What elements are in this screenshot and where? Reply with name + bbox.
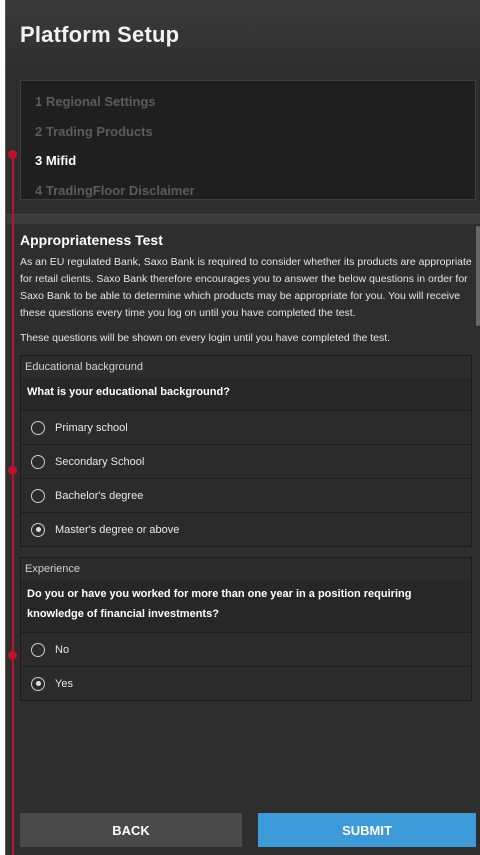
annotation-line — [12, 153, 14, 855]
annotation-marker — [8, 466, 17, 475]
question-category: Experience — [21, 558, 471, 580]
submit-button[interactable]: SUBMIT — [258, 813, 476, 847]
radio-icon[interactable] — [31, 642, 45, 657]
divider — [6, 214, 480, 224]
option-label: Master's degree or above — [55, 523, 180, 536]
radio-selected-icon[interactable] — [31, 522, 45, 537]
page-title: Platform Setup — [20, 22, 180, 47]
step-mifid[interactable]: 3 Mifid — [35, 146, 475, 176]
question-experience: Experience Do you or have you worked for… — [20, 557, 472, 701]
radio-icon[interactable] — [31, 488, 45, 503]
option-secondary-school[interactable]: Secondary School — [21, 444, 471, 478]
option-label: Secondary School — [55, 455, 145, 468]
option-masters-degree[interactable]: Master's degree or above — [21, 512, 471, 546]
step-trading-products[interactable]: 2 Trading Products — [35, 117, 475, 147]
radio-icon[interactable] — [31, 454, 45, 469]
radio-dot — [35, 527, 41, 532]
question-text: What is your educational background? — [27, 386, 230, 398]
option-no[interactable]: No — [21, 632, 471, 666]
annotation-marker — [8, 150, 17, 159]
notice-paragraph: These questions will be shown on every l… — [20, 332, 391, 344]
header: Platform Setup — [6, 0, 480, 72]
radio-selected-icon[interactable] — [31, 676, 45, 691]
radio-icon[interactable] — [31, 420, 45, 435]
option-bachelors-degree[interactable]: Bachelor's degree — [21, 478, 471, 512]
option-primary-school[interactable]: Primary school — [21, 410, 471, 444]
question-education: Educational background What is your educ… — [20, 355, 472, 547]
radio-dot — [35, 681, 41, 686]
step-tradingfloor-disclaimer[interactable]: 4 TradingFloor Disclaimer — [35, 176, 475, 206]
intro-paragraph: As an EU regulated Bank, Saxo Bank is re… — [20, 256, 472, 319]
question-category: Educational background — [21, 356, 471, 378]
option-label: Yes — [55, 677, 73, 690]
annotation-marker — [8, 651, 17, 660]
steps-list: 1 Regional Settings 2 Trading Products 3… — [20, 80, 476, 200]
option-yes[interactable]: Yes — [21, 666, 471, 700]
scrollbar-thumb[interactable] — [476, 226, 480, 326]
appropriateness-test: Appropriateness Test As an EU regulated … — [20, 232, 472, 701]
section-title: Appropriateness Test — [20, 232, 163, 248]
footer: BACK SUBMIT — [6, 810, 480, 855]
option-label: Primary school — [55, 421, 128, 434]
option-label: No — [55, 643, 70, 656]
option-label: Bachelor's degree — [55, 489, 144, 502]
back-button[interactable]: BACK — [20, 813, 242, 847]
platform-setup-panel: Platform Setup 1 Regional Settings 2 Tra… — [5, 0, 480, 855]
question-text: Do you or have you worked for more than … — [27, 588, 412, 620]
step-regional-settings[interactable]: 1 Regional Settings — [35, 87, 475, 117]
